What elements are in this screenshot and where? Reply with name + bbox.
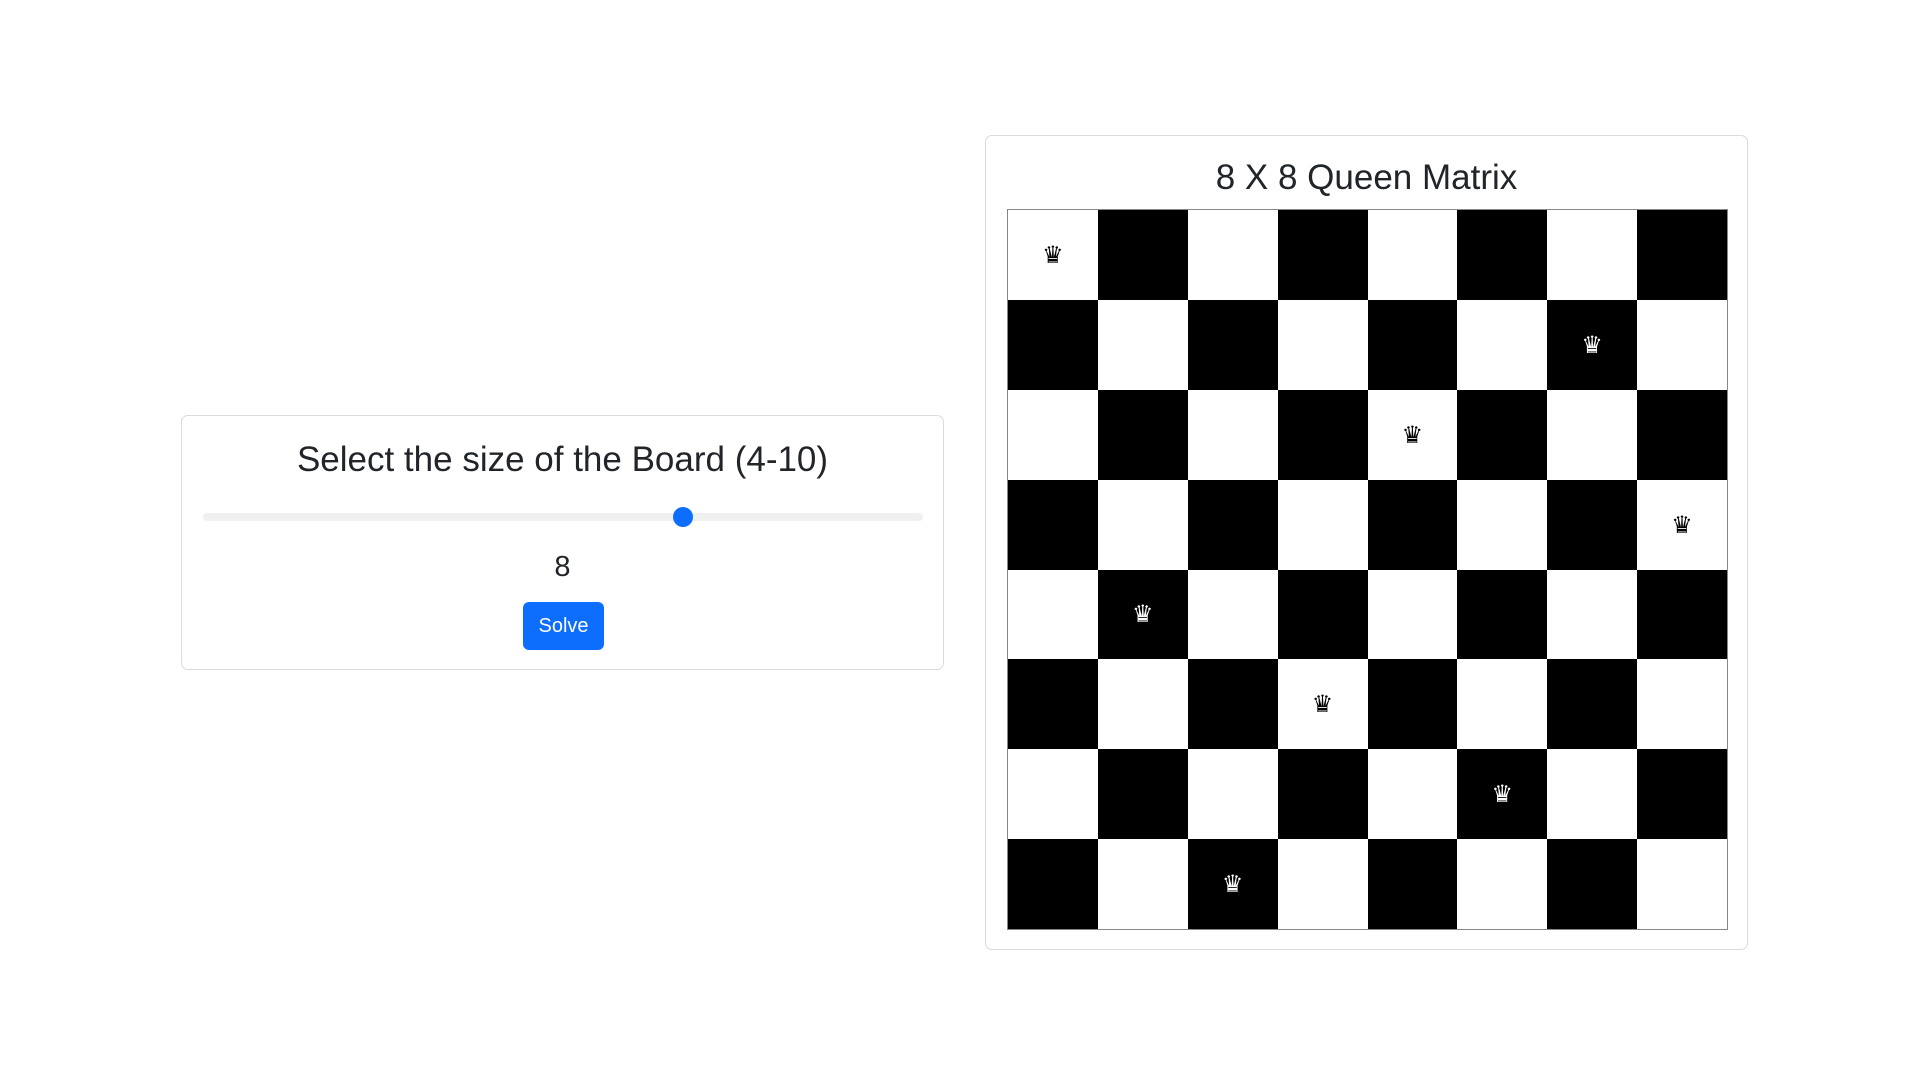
board-cell	[1637, 389, 1727, 480]
board-cell	[1187, 210, 1278, 300]
board-cell	[1277, 479, 1368, 570]
board-cell	[1097, 299, 1188, 390]
board-cell	[1547, 749, 1638, 840]
board-cell	[1008, 749, 1098, 840]
board-size-value: 8	[554, 551, 571, 583]
queen-icon: ♛	[1581, 330, 1603, 359]
board-cell	[1637, 299, 1727, 390]
board-cell: ♛	[1097, 569, 1188, 660]
queen-icon: ♛	[1221, 870, 1244, 899]
queen-icon: ♛	[1401, 420, 1424, 449]
board-cell: ♛	[1008, 210, 1098, 300]
board-cell: ♛	[1367, 389, 1458, 480]
chess-board: ♛ ♛ ♛ ♛ ♛ ♛ ♛ ♛	[1007, 209, 1728, 930]
board-cell	[1187, 659, 1278, 750]
size-panel-title: Select the size of the Board (4-10)	[296, 440, 829, 479]
board-cell	[1187, 749, 1278, 840]
board-cell	[1457, 210, 1548, 300]
board-cell	[1097, 659, 1188, 750]
board-cell	[1367, 479, 1458, 570]
queen-icon: ♛	[1132, 600, 1154, 629]
board-cell	[1367, 210, 1458, 300]
board-cell	[1008, 389, 1098, 480]
board-cell	[1277, 389, 1368, 480]
board-cell	[1097, 210, 1188, 300]
board-cell	[1008, 479, 1098, 570]
board-cell	[1008, 839, 1098, 929]
board-cell	[1367, 569, 1458, 660]
board-cell	[1008, 659, 1098, 750]
board-cell	[1367, 749, 1458, 840]
board-cell	[1457, 389, 1548, 480]
board-cell	[1637, 210, 1727, 300]
board-cell	[1277, 839, 1368, 929]
queen-matrix-panel: 8 X 8 Queen Matrix ♛ ♛ ♛ ♛ ♛ ♛ ♛ ♛	[985, 135, 1748, 950]
queen-icon: ♛	[1042, 240, 1064, 269]
board-cell: ♛	[1187, 839, 1278, 929]
board-cell	[1277, 210, 1368, 300]
board-cell	[1547, 659, 1638, 750]
queen-icon: ♛	[1491, 780, 1514, 809]
queen-icon: ♛	[1311, 690, 1334, 719]
solve-button[interactable]: Solve	[523, 602, 604, 650]
board-cell	[1547, 839, 1638, 929]
board-cell	[1547, 569, 1638, 660]
slider-thumb[interactable]	[673, 507, 693, 527]
board-cell	[1457, 569, 1548, 660]
board-cell	[1187, 479, 1278, 570]
board-cell	[1187, 299, 1278, 390]
board-cell	[1637, 659, 1727, 750]
board-cell	[1097, 749, 1188, 840]
board-size-slider[interactable]	[203, 502, 923, 532]
matrix-title: 8 X 8 Queen Matrix	[1215, 158, 1518, 197]
board-cell	[1187, 569, 1278, 660]
board-cell	[1367, 659, 1458, 750]
board-cell	[1367, 299, 1458, 390]
board-cell: ♛	[1637, 479, 1727, 570]
slider-track[interactable]	[203, 513, 923, 521]
board-cell	[1637, 569, 1727, 660]
board-cell	[1547, 389, 1638, 480]
board-cell	[1187, 389, 1278, 480]
queen-icon: ♛	[1671, 510, 1693, 539]
board-cell	[1277, 299, 1368, 390]
board-cell: ♛	[1457, 749, 1548, 840]
board-cell	[1547, 479, 1638, 570]
board-cell: ♛	[1277, 659, 1368, 750]
board-cell	[1457, 299, 1548, 390]
board-cell	[1457, 839, 1548, 929]
board-cell: ♛	[1547, 299, 1638, 390]
board-cell	[1457, 479, 1548, 570]
board-cell	[1457, 659, 1548, 750]
board-cell	[1097, 389, 1188, 480]
board-cell	[1367, 839, 1458, 929]
board-cell	[1097, 839, 1188, 929]
board-cell	[1637, 839, 1727, 929]
board-cell	[1008, 299, 1098, 390]
board-cell	[1547, 210, 1638, 300]
board-cell	[1277, 749, 1368, 840]
board-cell	[1637, 749, 1727, 840]
board-cell	[1097, 479, 1188, 570]
board-size-panel: Select the size of the Board (4-10) 8 So…	[181, 415, 944, 670]
board-cell	[1277, 569, 1368, 660]
board-cell	[1008, 569, 1098, 660]
